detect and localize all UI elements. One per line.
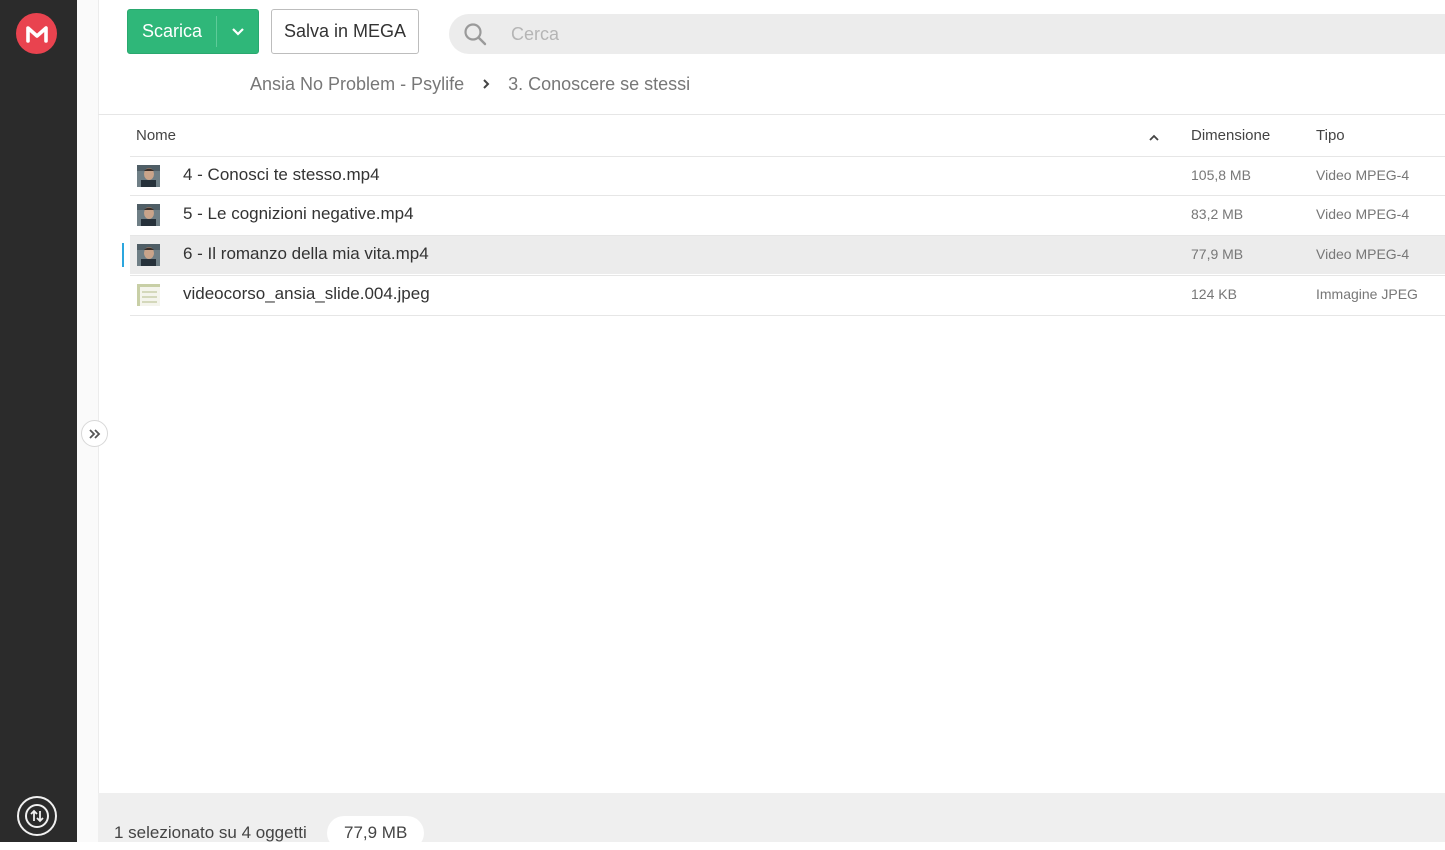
file-type: Immagine JPEG <box>1316 286 1418 302</box>
search-input[interactable] <box>509 22 1393 46</box>
row-divider <box>130 315 1445 316</box>
search-icon <box>451 22 499 46</box>
sort-ascending-chevron-up-icon[interactable] <box>1148 129 1160 146</box>
file-size: 83,2 MB <box>1191 206 1244 222</box>
video-thumbnail-icon <box>137 165 160 187</box>
expand-sidebar-icon[interactable] <box>81 420 108 447</box>
file-name: videocorso_ansia_slide.004.jpeg <box>183 284 430 303</box>
file-type: Video MPEG-4 <box>1316 206 1410 222</box>
file-type: Video MPEG-4 <box>1316 167 1410 183</box>
status-footer: 1 selezionato su 4 oggetti 77,9 MB <box>98 793 1445 850</box>
download-button-label: Scarica <box>141 21 203 41</box>
transfers-icon[interactable] <box>17 796 57 836</box>
column-header-size[interactable]: Dimensione <box>1191 127 1270 144</box>
search-bar <box>449 14 1445 54</box>
file-size: 77,9 MB <box>1191 246 1244 262</box>
table-header: Nome Dimensione Tipo <box>98 116 1445 156</box>
file-size: 105,8 MB <box>1191 167 1251 183</box>
table-row[interactable]: 4 - Conosci te stesso.mp4 105,8 MB Video… <box>130 157 1445 195</box>
column-header-name[interactable]: Nome <box>136 127 176 144</box>
mega-logo-icon[interactable] <box>16 13 57 54</box>
breadcrumb-item-root[interactable]: Ansia No Problem - Psylife <box>250 74 464 95</box>
chevron-right-icon <box>482 78 490 90</box>
file-name: 6 - Il romanzo della mia vita.mp4 <box>183 244 429 263</box>
breadcrumb: Ansia No Problem - Psylife 3. Conoscere … <box>250 72 690 96</box>
download-button[interactable]: Scarica <box>127 9 259 54</box>
file-type: Video MPEG-4 <box>1316 246 1410 262</box>
table-row[interactable]: videocorso_ansia_slide.004.jpeg 124 KB I… <box>130 276 1445 314</box>
table-row-selected[interactable]: 6 - Il romanzo della mia vita.mp4 77,9 M… <box>122 236 1445 274</box>
left-rail <box>0 0 77 842</box>
file-name: 4 - Conosci te stesso.mp4 <box>183 165 380 184</box>
column-header-type[interactable]: Tipo <box>1316 127 1345 144</box>
table-row[interactable]: 5 - Le cognizioni negative.mp4 83,2 MB V… <box>130 196 1445 234</box>
breadcrumb-item-current[interactable]: 3. Conoscere se stessi <box>508 74 690 95</box>
file-size: 124 KB <box>1191 286 1237 302</box>
image-thumbnail-icon <box>137 284 160 306</box>
video-thumbnail-icon <box>137 204 160 226</box>
download-options-chevron-down-icon[interactable] <box>217 10 258 53</box>
header-divider <box>98 114 1445 115</box>
video-thumbnail-icon <box>137 244 160 266</box>
selection-indicator <box>122 243 124 267</box>
selection-count: 1 selezionato su 4 oggetti <box>114 823 307 842</box>
selection-size-badge: 77,9 MB <box>327 816 425 850</box>
file-name: 5 - Le cognizioni negative.mp4 <box>183 204 414 223</box>
save-to-mega-button[interactable]: Salva in MEGA <box>271 9 419 54</box>
